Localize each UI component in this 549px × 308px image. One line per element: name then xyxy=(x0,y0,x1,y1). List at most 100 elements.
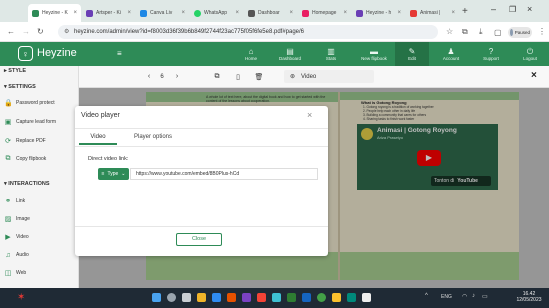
excel-icon[interactable] xyxy=(287,293,296,302)
weather-widget-icon[interactable]: ✶ xyxy=(17,292,28,303)
app-logo[interactable]: Heyzine xyxy=(37,47,77,59)
settings-section-header[interactable]: ▾ SETTINGS xyxy=(4,84,36,90)
search-icon[interactable] xyxy=(167,293,176,302)
modal-title: Video player xyxy=(81,112,120,119)
close-tab-icon[interactable]: × xyxy=(235,10,239,16)
close-tab-icon[interactable]: × xyxy=(397,10,401,16)
tab-3[interactable]: Canva Liv × xyxy=(136,4,189,22)
nav-stats[interactable]: ▥ Stats xyxy=(314,42,348,66)
site-info-icon[interactable]: ⚙ xyxy=(64,28,69,35)
sidebar-item-password-protect[interactable]: 🔒 Password protect xyxy=(4,97,76,109)
new-tab-button[interactable]: + xyxy=(462,6,468,17)
sidebar-item-link[interactable]: ⚭ Link xyxy=(4,195,76,207)
tab-2[interactable]: Artsper - Ki × xyxy=(82,4,135,22)
close-tab-icon[interactable]: × xyxy=(181,10,185,16)
tab-heyzine[interactable]: Heyzine - K × xyxy=(28,4,81,22)
tab-7[interactable]: Heyzine - h × xyxy=(352,4,405,22)
volume-icon[interactable]: ♪ xyxy=(472,293,475,299)
close-tab-icon[interactable]: × xyxy=(451,10,455,16)
menu-toggle-icon[interactable]: ≡ xyxy=(117,49,122,58)
nav-dashboard[interactable]: ▤ Dashboard xyxy=(273,42,307,66)
prev-page-button[interactable]: ‹ xyxy=(144,70,154,83)
edit-icon: ✎ xyxy=(408,47,416,56)
profile-button[interactable]: Paused xyxy=(508,27,532,38)
copy-icon[interactable]: ⧉ xyxy=(211,70,223,83)
close-button[interactable]: Close xyxy=(176,233,222,246)
app-icon[interactable] xyxy=(332,293,341,302)
download-icon[interactable]: ⤓ xyxy=(479,27,483,37)
sidebar-item-replace-pdf[interactable]: ⟳ Replace PDF xyxy=(4,135,76,147)
sidebar-item-image[interactable]: ▨ Image xyxy=(4,213,76,225)
close-tab-icon[interactable]: × xyxy=(127,10,131,16)
reload-icon[interactable]: ↻ xyxy=(37,27,44,36)
sidepanel-icon[interactable]: ▢ xyxy=(494,28,502,37)
web-icon: ◫ xyxy=(4,270,12,277)
interactions-section-header[interactable]: ▾ INTERACTIONS xyxy=(4,181,50,187)
extensions-icon[interactable]: ⧉ xyxy=(462,27,468,37)
nav-edit[interactable]: ✎ Edit xyxy=(395,42,429,66)
nav-support[interactable]: ? Support xyxy=(474,42,508,66)
nav-new-flipbook[interactable]: ▬ New flipbook xyxy=(354,42,394,66)
browser-menu-icon[interactable]: ⋮ xyxy=(538,27,546,36)
style-section-header[interactable]: ▸ STYLE xyxy=(4,68,26,74)
account-icon: ♟ xyxy=(447,47,455,56)
delete-icon[interactable]: 🗑 xyxy=(253,70,265,83)
tab-5[interactable]: Dashboar × xyxy=(244,4,297,22)
app-icon[interactable] xyxy=(257,293,266,302)
app-icon[interactable] xyxy=(242,293,251,302)
tab-6[interactable]: Homepage × xyxy=(298,4,351,22)
sidebar-item-capture-lead-form[interactable]: ▣ Capture lead form xyxy=(4,116,76,128)
nav-account[interactable]: ♟ Account xyxy=(434,42,468,66)
sidebar-item-copy-flipbook[interactable]: ⧉ Copy flipbook xyxy=(4,153,76,165)
replace-icon: ⟳ xyxy=(5,138,11,145)
file-explorer-icon[interactable] xyxy=(197,293,206,302)
lock-icon: 🔒 xyxy=(4,100,13,107)
close-window-icon[interactable]: × xyxy=(527,4,532,14)
nav-logout[interactable]: ⏻ Logout xyxy=(513,42,547,66)
url-bar[interactable]: heyzine.com/admin/view?id=f8003d36f39b6b… xyxy=(58,25,438,39)
restore-window-icon[interactable]: ❐ xyxy=(509,5,516,14)
task-view-icon[interactable] xyxy=(182,293,191,302)
minimize-window-icon[interactable]: – xyxy=(491,4,496,14)
next-page-button[interactable]: › xyxy=(172,70,182,83)
tab-player-options[interactable]: Player options xyxy=(130,130,176,145)
forward-icon[interactable]: → xyxy=(22,27,30,36)
wifi-icon[interactable]: ◠ xyxy=(462,293,467,300)
tab-video[interactable]: Video xyxy=(79,130,117,145)
page-number[interactable]: 6 xyxy=(157,70,167,83)
close-tab-icon[interactable]: × xyxy=(343,10,347,16)
sidebar-item-web[interactable]: ◫ Web xyxy=(4,267,76,279)
word-icon[interactable] xyxy=(302,293,311,302)
language-indicator[interactable]: ENG xyxy=(441,294,452,300)
windows-start-icon[interactable] xyxy=(152,293,161,302)
tab-favicon-icon xyxy=(248,9,255,17)
clock[interactable]: 16.42 12/05/2023 xyxy=(515,291,543,303)
tab-favicon-icon xyxy=(86,9,93,17)
app-icon[interactable] xyxy=(272,293,281,302)
type-dropdown-button[interactable]: ≡ Type ⌄ xyxy=(98,168,129,180)
youtube-favicon-icon xyxy=(410,9,417,17)
video-link-input[interactable]: https://www.youtube.com/embed/8B0Plus-hC… xyxy=(130,168,318,180)
app-icon[interactable] xyxy=(347,293,356,302)
app-icon[interactable] xyxy=(227,293,236,302)
tray-chevron-icon[interactable]: ^ xyxy=(425,293,428,299)
whatsapp-favicon-icon xyxy=(194,9,201,17)
sidebar-item-audio[interactable]: ♫ Audio xyxy=(4,249,76,261)
battery-icon[interactable]: ▭ xyxy=(482,293,488,300)
nav-home[interactable]: ⌂ Home xyxy=(234,42,268,66)
paste-icon[interactable]: ▯ xyxy=(232,70,244,83)
interaction-type-indicator[interactable]: ⊛ Video xyxy=(284,70,374,83)
bookmark-star-icon[interactable]: ☆ xyxy=(446,27,453,36)
close-tab-icon[interactable]: × xyxy=(73,10,77,16)
modal-close-icon[interactable]: × xyxy=(307,110,312,120)
tab-8[interactable]: Animasi | × xyxy=(406,4,459,22)
edge-icon[interactable] xyxy=(212,293,221,302)
heyzine-favicon-icon xyxy=(32,9,39,17)
close-tab-icon[interactable]: × xyxy=(289,10,293,16)
app-icon[interactable] xyxy=(362,293,371,302)
close-editor-button[interactable]: × xyxy=(531,70,537,81)
tab-4[interactable]: WhatsApp × xyxy=(190,4,243,22)
chrome-icon[interactable] xyxy=(317,293,326,302)
back-icon[interactable]: ← xyxy=(7,27,15,36)
sidebar-item-video[interactable]: ▶ Video xyxy=(4,231,76,243)
